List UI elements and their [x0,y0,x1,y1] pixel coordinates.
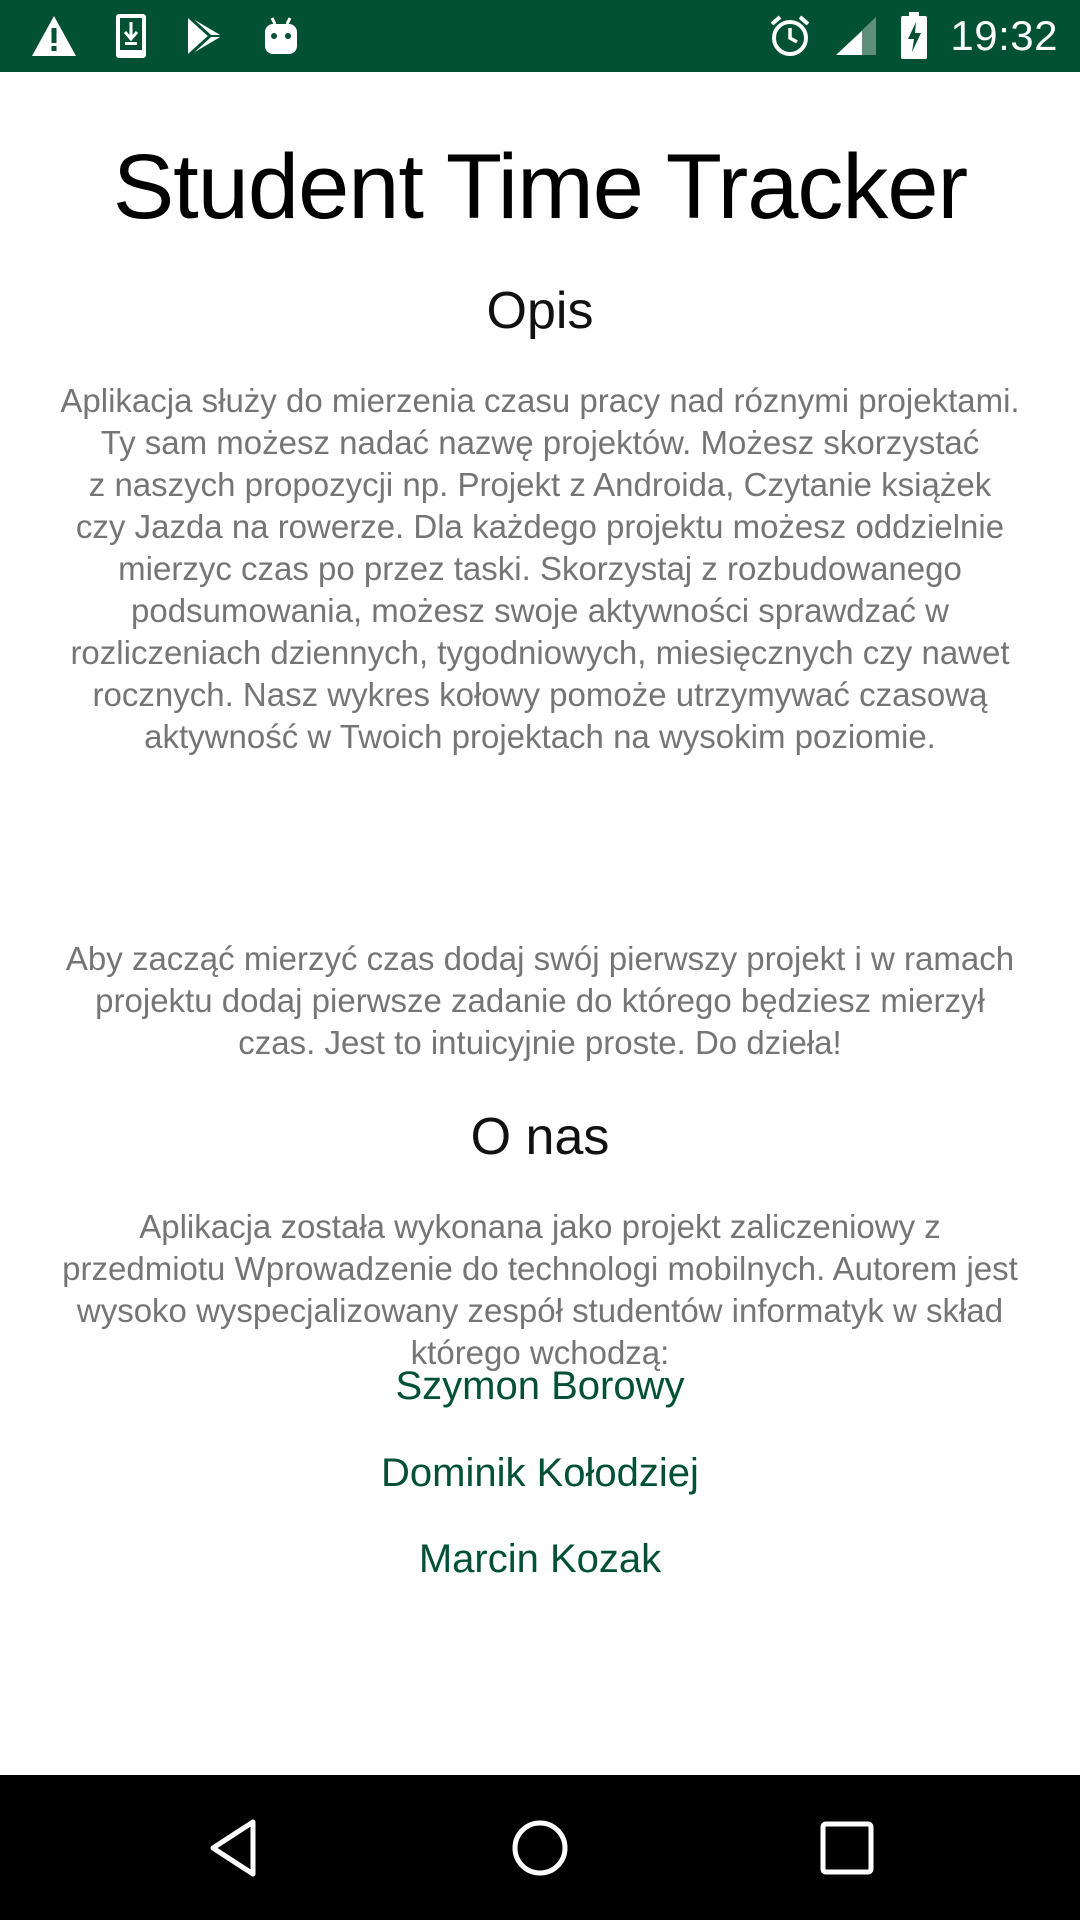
about-paragraph: Aplikacja została wykonana jako projekt … [18,1206,1062,1374]
navigation-bar [0,1775,1080,1920]
about-line: wysoko wyspecjalizowany zespół studentów… [76,1292,1004,1329]
description-line: z naszych propozycji np. Projekt z Andro… [88,466,992,503]
signal-icon [834,15,878,57]
system-status: 19:32 [746,12,1058,60]
about-screen: 19:32 Student Time Tracker Opis Aplikacj… [0,0,1080,1920]
back-icon[interactable] [188,1803,278,1893]
description-line: Aplikacja służy do mierzenia czasu pracy… [60,382,1020,419]
description-heading: Opis [486,282,594,340]
status-bar: 19:32 [0,0,1080,72]
status-time: 19:32 [950,12,1058,59]
description-line: rozliczeniach dziennych, tygodniowych, m… [70,634,1010,671]
notification-icons [30,12,336,60]
getting-started-paragraph: Aby zacząć mierzyć czas dodaj swój pierw… [18,938,1062,1064]
description-line: rocznych. Nasz wykres kołowy pomoże utrz… [92,676,988,713]
about-line: Aplikacja została wykonana jako projekt … [139,1208,941,1245]
about-content: Student Time Tracker Opis Aplikacja służ… [0,72,1080,1775]
android-icon [262,16,300,56]
getting-started-line: projektu dodaj pierwsze zadanie do które… [95,982,985,1019]
getting-started-line: czas. Jest to intuicyjnie proste. Do dzi… [238,1024,842,1061]
description-line: Ty sam możesz nadać nazwę projektów. Moż… [100,424,980,461]
description-paragraph: Aplikacja służy do mierzenia czasu pracy… [18,380,1062,758]
battery-charging-icon [900,12,928,60]
about-heading: O nas [470,1108,610,1166]
play-store-icon [184,14,226,58]
description-line: mierzyc czas po przez taski. Skorzystaj … [118,550,962,587]
description-line: podsumowania, możesz swoje aktywności sp… [130,592,949,629]
app-title: Student Time Tracker [112,136,968,238]
description-line: czy Jazda na rowerze. Dla każdego projek… [75,508,1005,545]
author-name: Szymon Borowy [395,1364,685,1408]
download-icon [114,12,148,60]
recents-icon[interactable] [802,1803,892,1893]
alarm-icon [768,14,812,58]
author-name: Dominik Kołodziej [381,1451,699,1495]
about-line: przedmiotu Wprowadzenie do technologi mo… [62,1250,1018,1287]
getting-started-line: Aby zacząć mierzyć czas dodaj swój pierw… [65,940,1015,977]
author-name: Marcin Kozak [418,1537,662,1581]
warning-icon [30,14,78,58]
description-line: aktywność w Twoich projektach na wysokim… [144,718,936,755]
home-icon[interactable] [495,1803,585,1893]
